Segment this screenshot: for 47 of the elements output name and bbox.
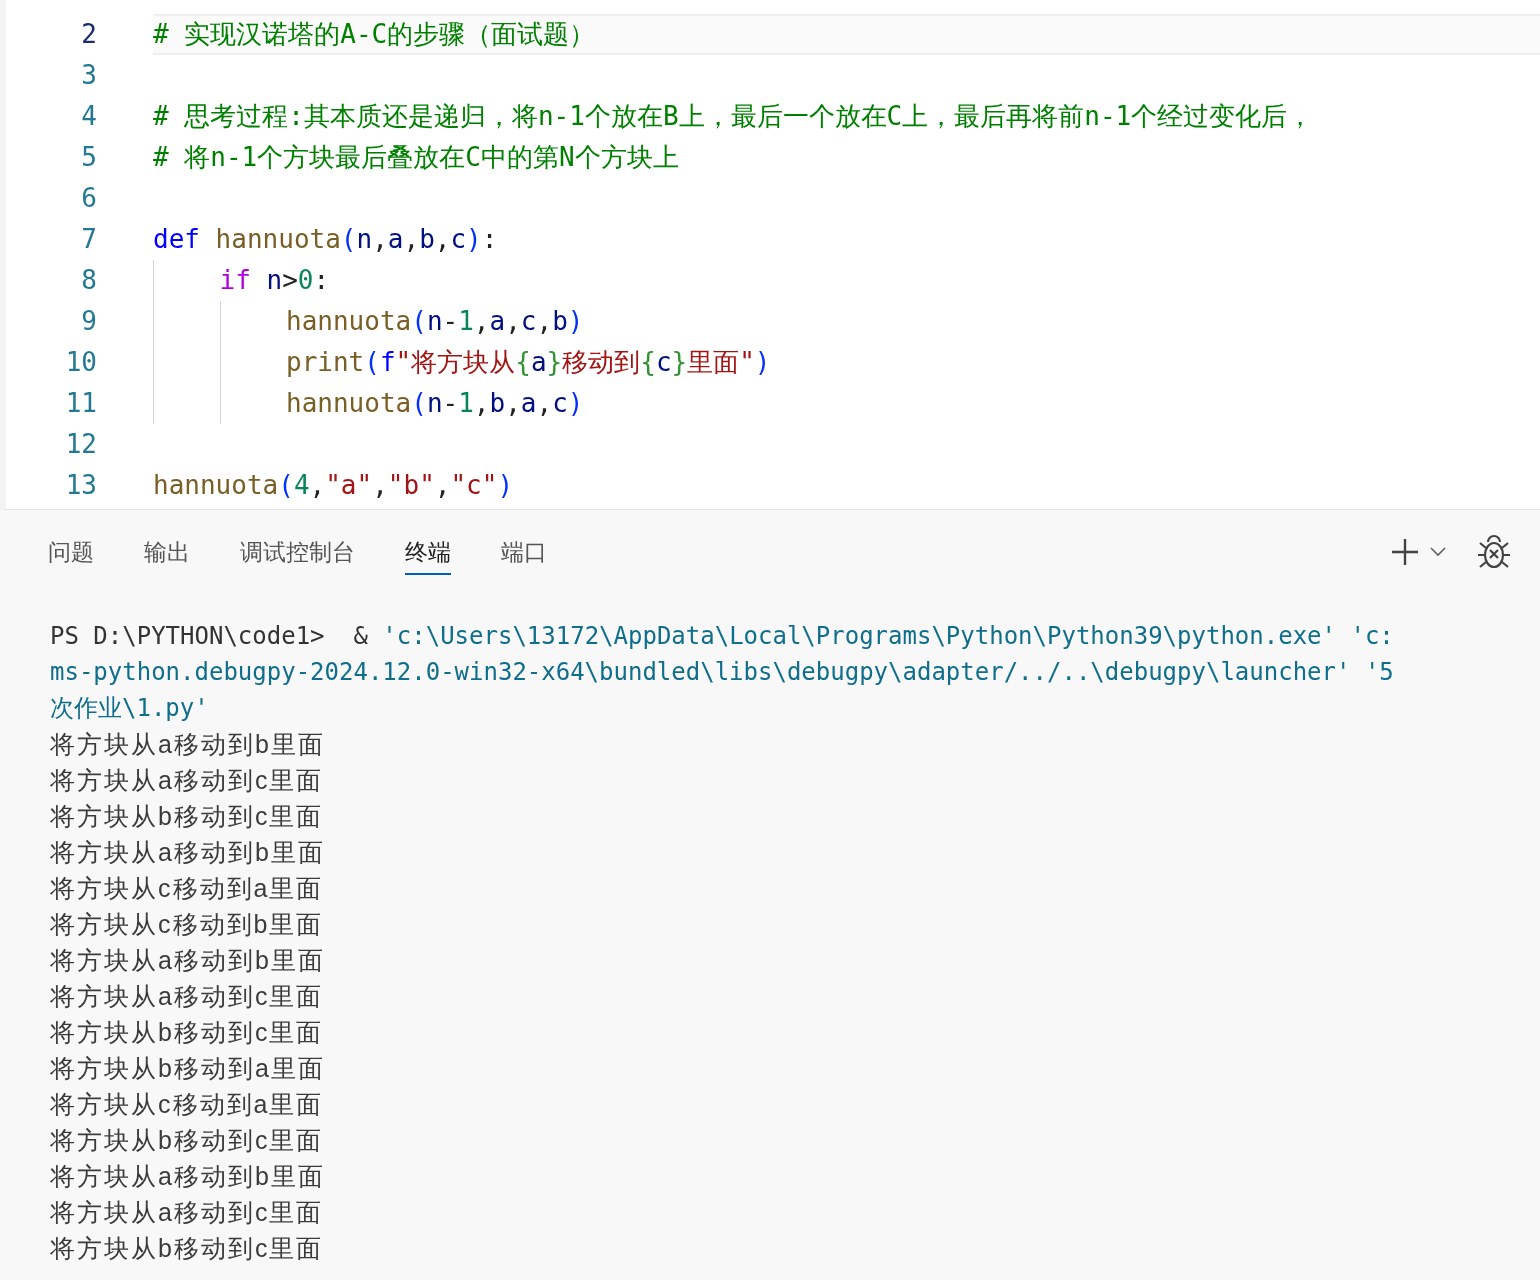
terminal-output: 将方块从b移动到c里面 xyxy=(50,1233,324,1264)
code-comment: # 实现汉诺塔的A-C的步骤（面试题） xyxy=(153,18,596,51)
terminal-output: 将方块从c移动到a里面 xyxy=(50,873,324,904)
panel-tab[interactable]: 问题 xyxy=(48,528,94,576)
code-line: hannuota(n-1,b,a,c) xyxy=(286,387,584,420)
terminal-command: ms-python.debugpy-2024.12.0-win32-x64\bundled\libs\debugpy\adapter/../..\debugpy\launcher' '5 xyxy=(50,657,1395,688)
terminal-output: 将方块从b移动到c里面 xyxy=(50,1125,324,1156)
line-number: 2 xyxy=(80,18,97,51)
code-line: hannuota(4,"a","b","c") xyxy=(153,469,514,502)
terminal-output: 将方块从a移动到b里面 xyxy=(50,1161,325,1192)
panel-tab[interactable]: 调试控制台 xyxy=(240,528,355,576)
panel-tab[interactable]: 终端 xyxy=(405,528,451,576)
line-number: 11 xyxy=(64,387,97,420)
code-comment: # 将n-1个方块最后叠放在C中的第N个方块上 xyxy=(153,141,679,174)
terminal-output: 将方块从a移动到b里面 xyxy=(50,837,325,868)
terminal-output: 将方块从a移动到b里面 xyxy=(50,945,325,976)
chevron-down-icon[interactable] xyxy=(1430,547,1446,557)
terminal-command: 次作业\1.py' xyxy=(50,693,210,724)
line-number: 8 xyxy=(80,264,97,297)
terminal-output: 将方块从b移动到c里面 xyxy=(50,1017,324,1048)
line-number: 4 xyxy=(80,100,97,133)
terminal-output: 将方块从c移动到a里面 xyxy=(50,1089,324,1120)
terminal-command: PS D:\PYTHON\code1> & 'c:\Users\13172\AppData\Local\Programs\Python\Python39\python.exe' 'c: xyxy=(50,621,1395,652)
line-number: 13 xyxy=(64,469,97,502)
line-number: 9 xyxy=(80,305,97,338)
line-number: 5 xyxy=(80,141,97,174)
panel-tab[interactable]: 端口 xyxy=(501,528,547,576)
line-number: 6 xyxy=(80,182,97,215)
bug-icon[interactable] xyxy=(1476,533,1512,571)
code-line: hannuota(n-1,a,c,b) xyxy=(286,305,584,338)
terminal-output: 将方块从b移动到a里面 xyxy=(50,1053,325,1084)
terminal-output: 将方块从b移动到c里面 xyxy=(50,801,324,832)
line-number: 7 xyxy=(80,223,97,256)
terminal-output: 将方块从a移动到c里面 xyxy=(50,765,324,796)
code-line: if n>0: xyxy=(219,264,330,297)
plus-icon[interactable] xyxy=(1390,537,1420,567)
terminal-output: 将方块从a移动到b里面 xyxy=(50,729,325,760)
terminal-output: 将方块从a移动到c里面 xyxy=(50,1197,324,1228)
line-number: 12 xyxy=(64,428,97,461)
code-comment: # 思考过程:其本质还是递归，将n-1个放在B上，最后一个放在C上，最后再将前n-1个经过变化后， xyxy=(153,100,1314,133)
terminal-output: 将方块从c移动到b里面 xyxy=(50,909,324,940)
panel-tab[interactable]: 输出 xyxy=(144,528,190,576)
code-line: def hannuota(n,a,b,c): xyxy=(153,223,498,256)
line-number: 3 xyxy=(80,59,97,92)
terminal-output: 将方块从a移动到c里面 xyxy=(50,981,324,1012)
code-line: print(f"将方块从{a}移动到{c}里面") xyxy=(286,346,771,379)
line-number: 10 xyxy=(64,346,97,379)
